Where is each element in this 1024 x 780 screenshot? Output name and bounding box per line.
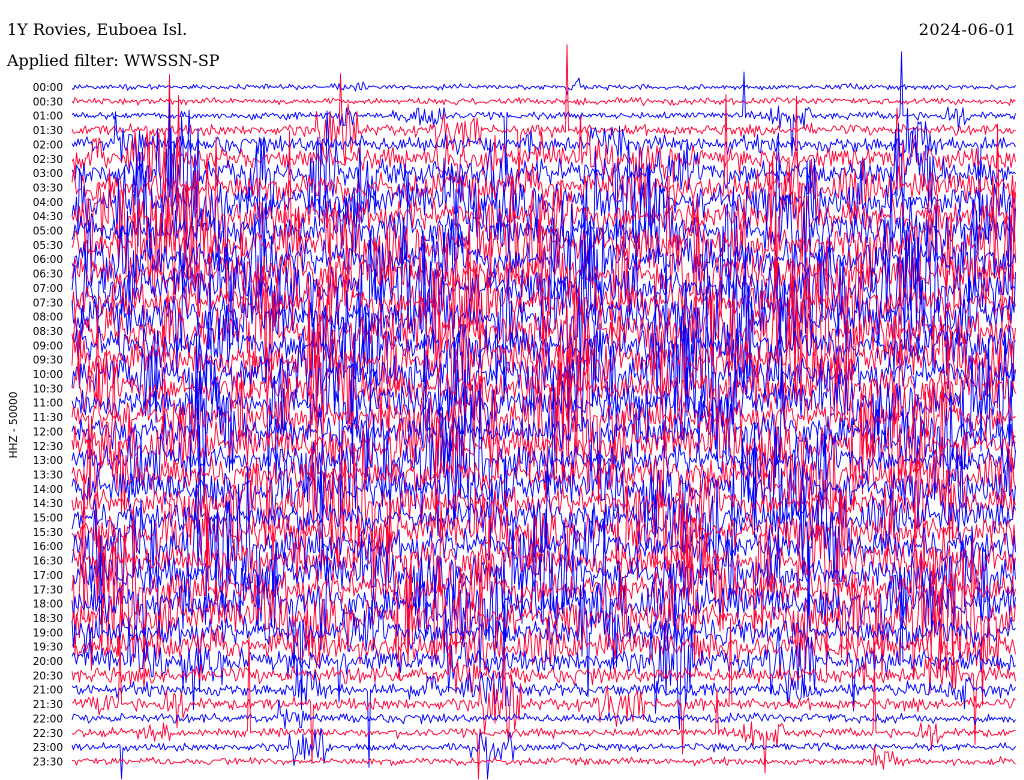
time-tick-label: 00:30 — [33, 96, 63, 108]
time-tick-label: 12:30 — [33, 441, 63, 453]
time-tick-label: 03:30 — [33, 182, 63, 194]
time-tick-labels: 00:00 00:30 01:00 01:30 02:00 02:30 03:00 03:30… — [33, 82, 63, 768]
time-tick-label: 09:00 — [33, 340, 63, 352]
trace-line — [71, 166, 1016, 337]
time-tick-label: 15:00 — [33, 513, 63, 525]
time-tick-label: 06:00 — [33, 254, 63, 266]
time-tick-label: 01:00 — [33, 111, 63, 123]
time-tick-label: 22:00 — [33, 713, 63, 725]
time-tick-label: 22:30 — [33, 728, 63, 740]
time-tick-label: 08:30 — [33, 326, 63, 338]
time-tick-label: 17:00 — [33, 570, 63, 582]
time-tick-label: 01:30 — [33, 125, 63, 137]
time-tick-label: 16:30 — [33, 556, 63, 568]
time-tick-label: 16:00 — [33, 541, 63, 553]
time-tick-label: 20:00 — [33, 656, 63, 668]
time-tick-label: 18:00 — [33, 599, 63, 611]
trace-line — [71, 745, 1016, 770]
time-tick-label: 08:00 — [33, 312, 63, 324]
trace-line — [71, 97, 1016, 107]
helicorder-plot: 00:00 00:30 01:00 01:30 02:00 02:30 03:00 03:30… — [33, 44, 1016, 780]
time-tick-label: 11:00 — [33, 398, 63, 410]
time-tick-label: 21:30 — [33, 699, 63, 711]
time-tick-label: 17:30 — [33, 584, 63, 596]
time-tick-label: 21:00 — [33, 685, 63, 697]
time-tick-label: 11:30 — [33, 412, 63, 424]
time-tick-label: 18:30 — [33, 613, 63, 625]
time-tick-label: 19:00 — [33, 627, 63, 639]
time-tick-label: 10:00 — [33, 369, 63, 381]
time-tick-label: 03:00 — [33, 168, 63, 180]
time-tick-label: 15:30 — [33, 527, 63, 539]
time-tick-label: 05:30 — [33, 240, 63, 252]
time-tick-label: 05:00 — [33, 226, 63, 238]
time-tick-label: 19:30 — [33, 642, 63, 654]
time-tick-label: 13:30 — [33, 469, 63, 481]
time-tick-label: 10:30 — [33, 383, 63, 395]
time-tick-label: 09:30 — [33, 355, 63, 367]
time-tick-label: 04:00 — [33, 197, 63, 209]
time-tick-label: 13:00 — [33, 455, 63, 467]
time-tick-label: 14:00 — [33, 484, 63, 496]
time-tick-label: 14:30 — [33, 498, 63, 510]
time-tick-label: 06:30 — [33, 269, 63, 281]
time-tick-label: 02:00 — [33, 139, 63, 151]
trace-group — [71, 44, 1016, 780]
time-tick-label: 23:00 — [33, 742, 63, 754]
time-tick-label: 07:30 — [33, 297, 63, 309]
time-tick-label: 00:00 — [33, 82, 63, 94]
time-tick-label: 07:00 — [33, 283, 63, 295]
trace-line — [71, 77, 1016, 95]
time-tick-label: 20:30 — [33, 670, 63, 682]
time-tick-label: 23:30 — [33, 756, 63, 768]
time-tick-label: 04:30 — [33, 211, 63, 223]
time-tick-label: 12:00 — [33, 426, 63, 438]
time-tick-label: 02:30 — [33, 154, 63, 166]
